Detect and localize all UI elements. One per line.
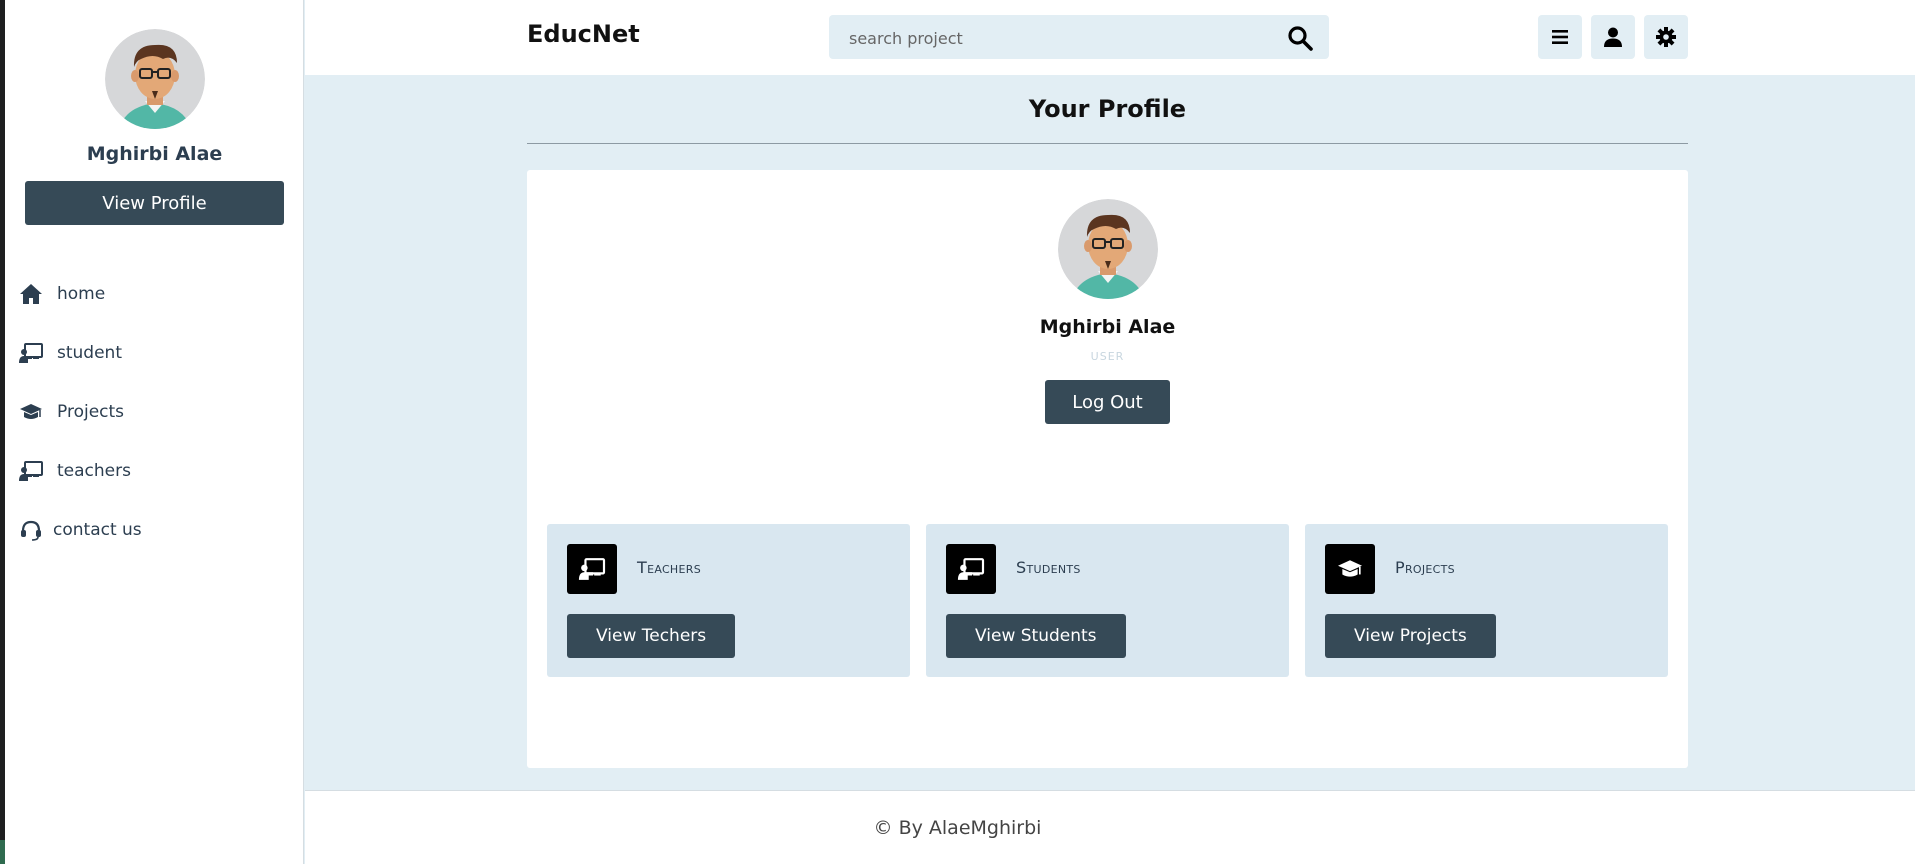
graduation-cap-icon: [1338, 560, 1362, 577]
footer-credit: © By AlaeMghirbi: [873, 817, 1042, 839]
logout-button[interactable]: Log Out: [1045, 380, 1170, 424]
sidebar: Mghirbi Alae View Profile home student P…: [5, 0, 304, 864]
sidebar-item-label: Projects: [57, 402, 125, 422]
sidebar-item-label: student: [57, 343, 122, 363]
top-header: EducNet: [305, 0, 1915, 75]
gear-icon: [1656, 27, 1676, 47]
projects-box: Projects View Projects: [1305, 524, 1668, 677]
profile-role: USER: [1090, 350, 1125, 363]
sidebar-item-label: home: [57, 284, 106, 304]
footer: © By AlaeMghirbi: [305, 790, 1915, 864]
box-title: Students: [1016, 558, 1081, 577]
sidebar-item-label: contact us: [53, 520, 142, 540]
box-title: Projects: [1395, 558, 1455, 577]
user-button[interactable]: [1591, 15, 1635, 59]
sidebar-item-student[interactable]: student: [19, 333, 122, 373]
profile-name: Mghirbi Alae: [1039, 316, 1176, 338]
chalkboard-teacher-icon: [19, 343, 43, 363]
search-bar: [829, 15, 1329, 61]
chalkboard-teacher-icon: [578, 558, 606, 580]
view-projects-button[interactable]: View Projects: [1325, 614, 1496, 658]
brand-logo[interactable]: EducNet: [527, 20, 640, 48]
sidebar-user-name: Mghirbi Alae: [86, 143, 223, 165]
box-icon-container: [1325, 544, 1375, 594]
title-divider: [527, 143, 1688, 144]
sidebar-item-home[interactable]: home: [19, 274, 105, 314]
graduation-cap-icon: [20, 404, 42, 419]
teachers-box: Teachers View Techers: [547, 524, 910, 677]
page-title: Your Profile: [1028, 95, 1187, 123]
profile-card: Mghirbi Alae USER Log Out Teachers View …: [527, 170, 1688, 768]
chalkboard-teacher-icon: [957, 558, 985, 580]
home-icon: [20, 284, 42, 304]
sidebar-item-teachers[interactable]: teachers: [19, 451, 131, 491]
sidebar-item-projects[interactable]: Projects: [19, 392, 124, 432]
box-icon-container: [946, 544, 996, 594]
chalkboard-teacher-icon: [19, 461, 43, 481]
box-icon-container: [567, 544, 617, 594]
user-icon: [1604, 27, 1622, 47]
students-box: Students View Students: [926, 524, 1289, 677]
sidebar-item-contact-us[interactable]: contact us: [19, 510, 142, 550]
search-input[interactable]: [829, 15, 1281, 61]
avatar: [1058, 199, 1158, 299]
search-icon[interactable]: [1287, 25, 1313, 51]
menu-icon: [1552, 30, 1568, 44]
headset-icon: [21, 520, 41, 541]
view-students-button[interactable]: View Students: [946, 614, 1126, 658]
view-profile-button[interactable]: View Profile: [25, 181, 284, 225]
settings-button[interactable]: [1644, 15, 1688, 59]
box-title: Teachers: [637, 558, 701, 577]
sidebar-item-label: teachers: [57, 461, 131, 481]
avatar: [105, 29, 205, 129]
menu-button[interactable]: [1538, 15, 1582, 59]
view-teachers-button[interactable]: View Techers: [567, 614, 736, 658]
